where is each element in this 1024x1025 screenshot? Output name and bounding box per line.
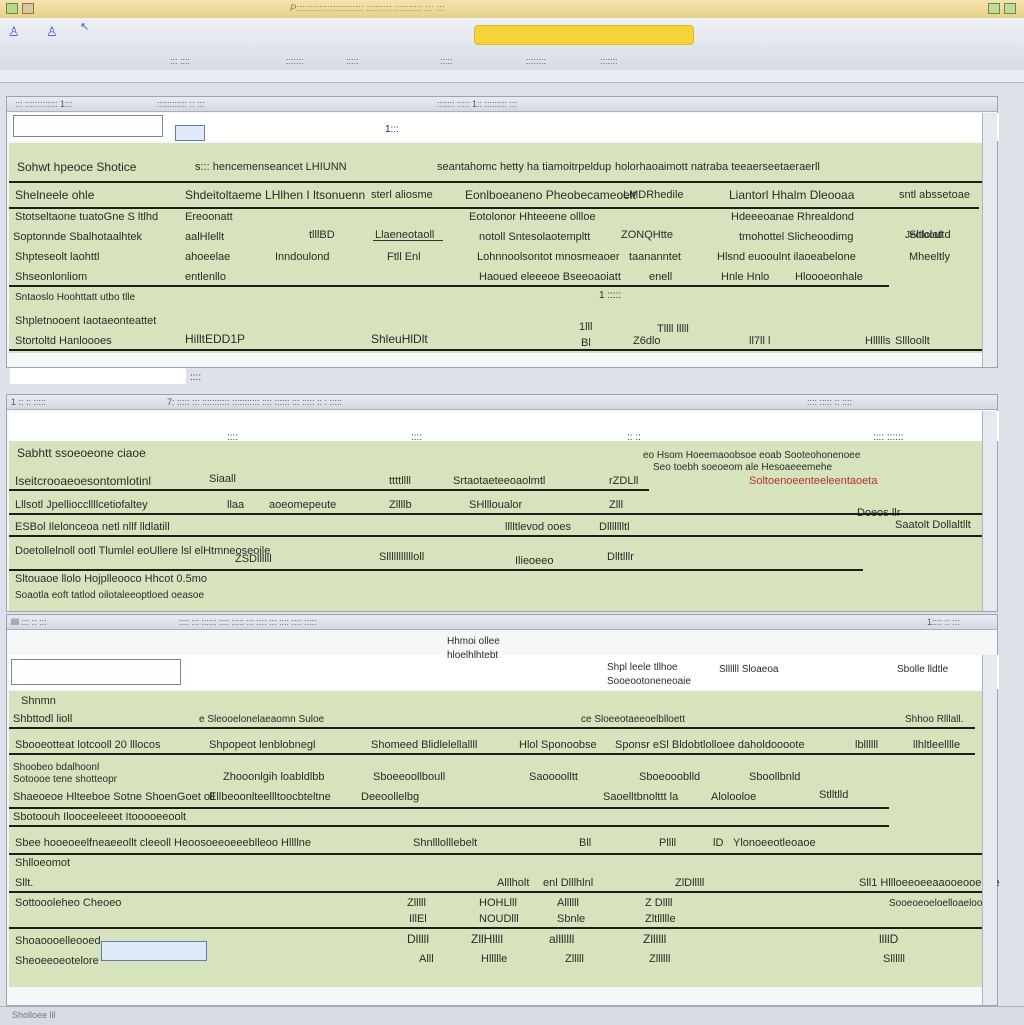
- panel-1: ::: ::::::::::::: 1::: :::::::::::: :: :…: [6, 96, 999, 368]
- panel-3-scrollbar[interactable]: [982, 655, 997, 1005]
- menu-item[interactable]: :::::::: [286, 56, 304, 66]
- menu-row: ::: :::: ::::::: ::::: ::::: :::::::: ::…: [0, 56, 1024, 70]
- panel-2: 1 :: :: ::::: 7: ::::: ::: ::::::::::: :…: [6, 394, 999, 612]
- panel-2-header: 1 :: :: ::::: 7: ::::: ::: ::::::::::: :…: [7, 395, 997, 410]
- panel-1-header: ::: ::::::::::::: 1::: :::::::::::: :: :…: [7, 97, 997, 112]
- panel-3: llll ::: :: ::: :::: ::: :::::: :::: :::…: [6, 614, 1000, 1006]
- status-text: Sholloee lll: [12, 1010, 56, 1020]
- person-icon[interactable]: ♙: [8, 24, 20, 40]
- menu-item[interactable]: :::::::: [600, 56, 618, 66]
- menu-item[interactable]: ::: ::::: [170, 56, 190, 66]
- panel-1-button[interactable]: [175, 125, 205, 141]
- panel-3-input[interactable]: [101, 941, 207, 961]
- app-icon[interactable]: [6, 3, 18, 14]
- panel-1-scrollbar[interactable]: [982, 113, 997, 367]
- panel-2-scrollbar[interactable]: [982, 411, 997, 611]
- panel-1-name-field[interactable]: [13, 115, 163, 137]
- menu-item[interactable]: :::::: [440, 56, 453, 66]
- close-icon[interactable]: [1004, 3, 1016, 14]
- panel-2-form: Sabhtt ssoeoeone ciaoe eo Hsom Hoeemaoob…: [9, 441, 985, 611]
- ruler: [0, 70, 1024, 83]
- search-bar[interactable]: [474, 25, 694, 45]
- title-bar: P:::::::::::::::::::::::: ::::::::: ::::…: [0, 0, 1024, 19]
- menu-item[interactable]: :::::: [346, 56, 359, 66]
- minimize-icon[interactable]: [988, 3, 1000, 14]
- panel-3-header: llll ::: :: ::: :::: ::: :::::: :::: :::…: [7, 615, 997, 630]
- save-icon[interactable]: [22, 3, 34, 14]
- menu-item[interactable]: ::::::::: [526, 56, 546, 66]
- panel-3-name-field[interactable]: [11, 659, 181, 685]
- cursor-icon[interactable]: ↖: [80, 20, 89, 33]
- panel-1-form: Sohwt hpeoce Shotice s::: hencemenseance…: [9, 143, 985, 353]
- toolbar: ♙ ♙ ↖ ::: :::: ::::::: ::::: ::::: :::::…: [0, 18, 1024, 71]
- status-bar: Sholloee lll: [0, 1006, 1024, 1025]
- panel-3-form: Shnmn Shbttodl lioll e Sleooelonelaeaomn…: [9, 691, 1000, 987]
- user-icon[interactable]: ♙: [46, 24, 58, 40]
- window-title: P:::::::::::::::::::::::: ::::::::: ::::…: [290, 3, 445, 13]
